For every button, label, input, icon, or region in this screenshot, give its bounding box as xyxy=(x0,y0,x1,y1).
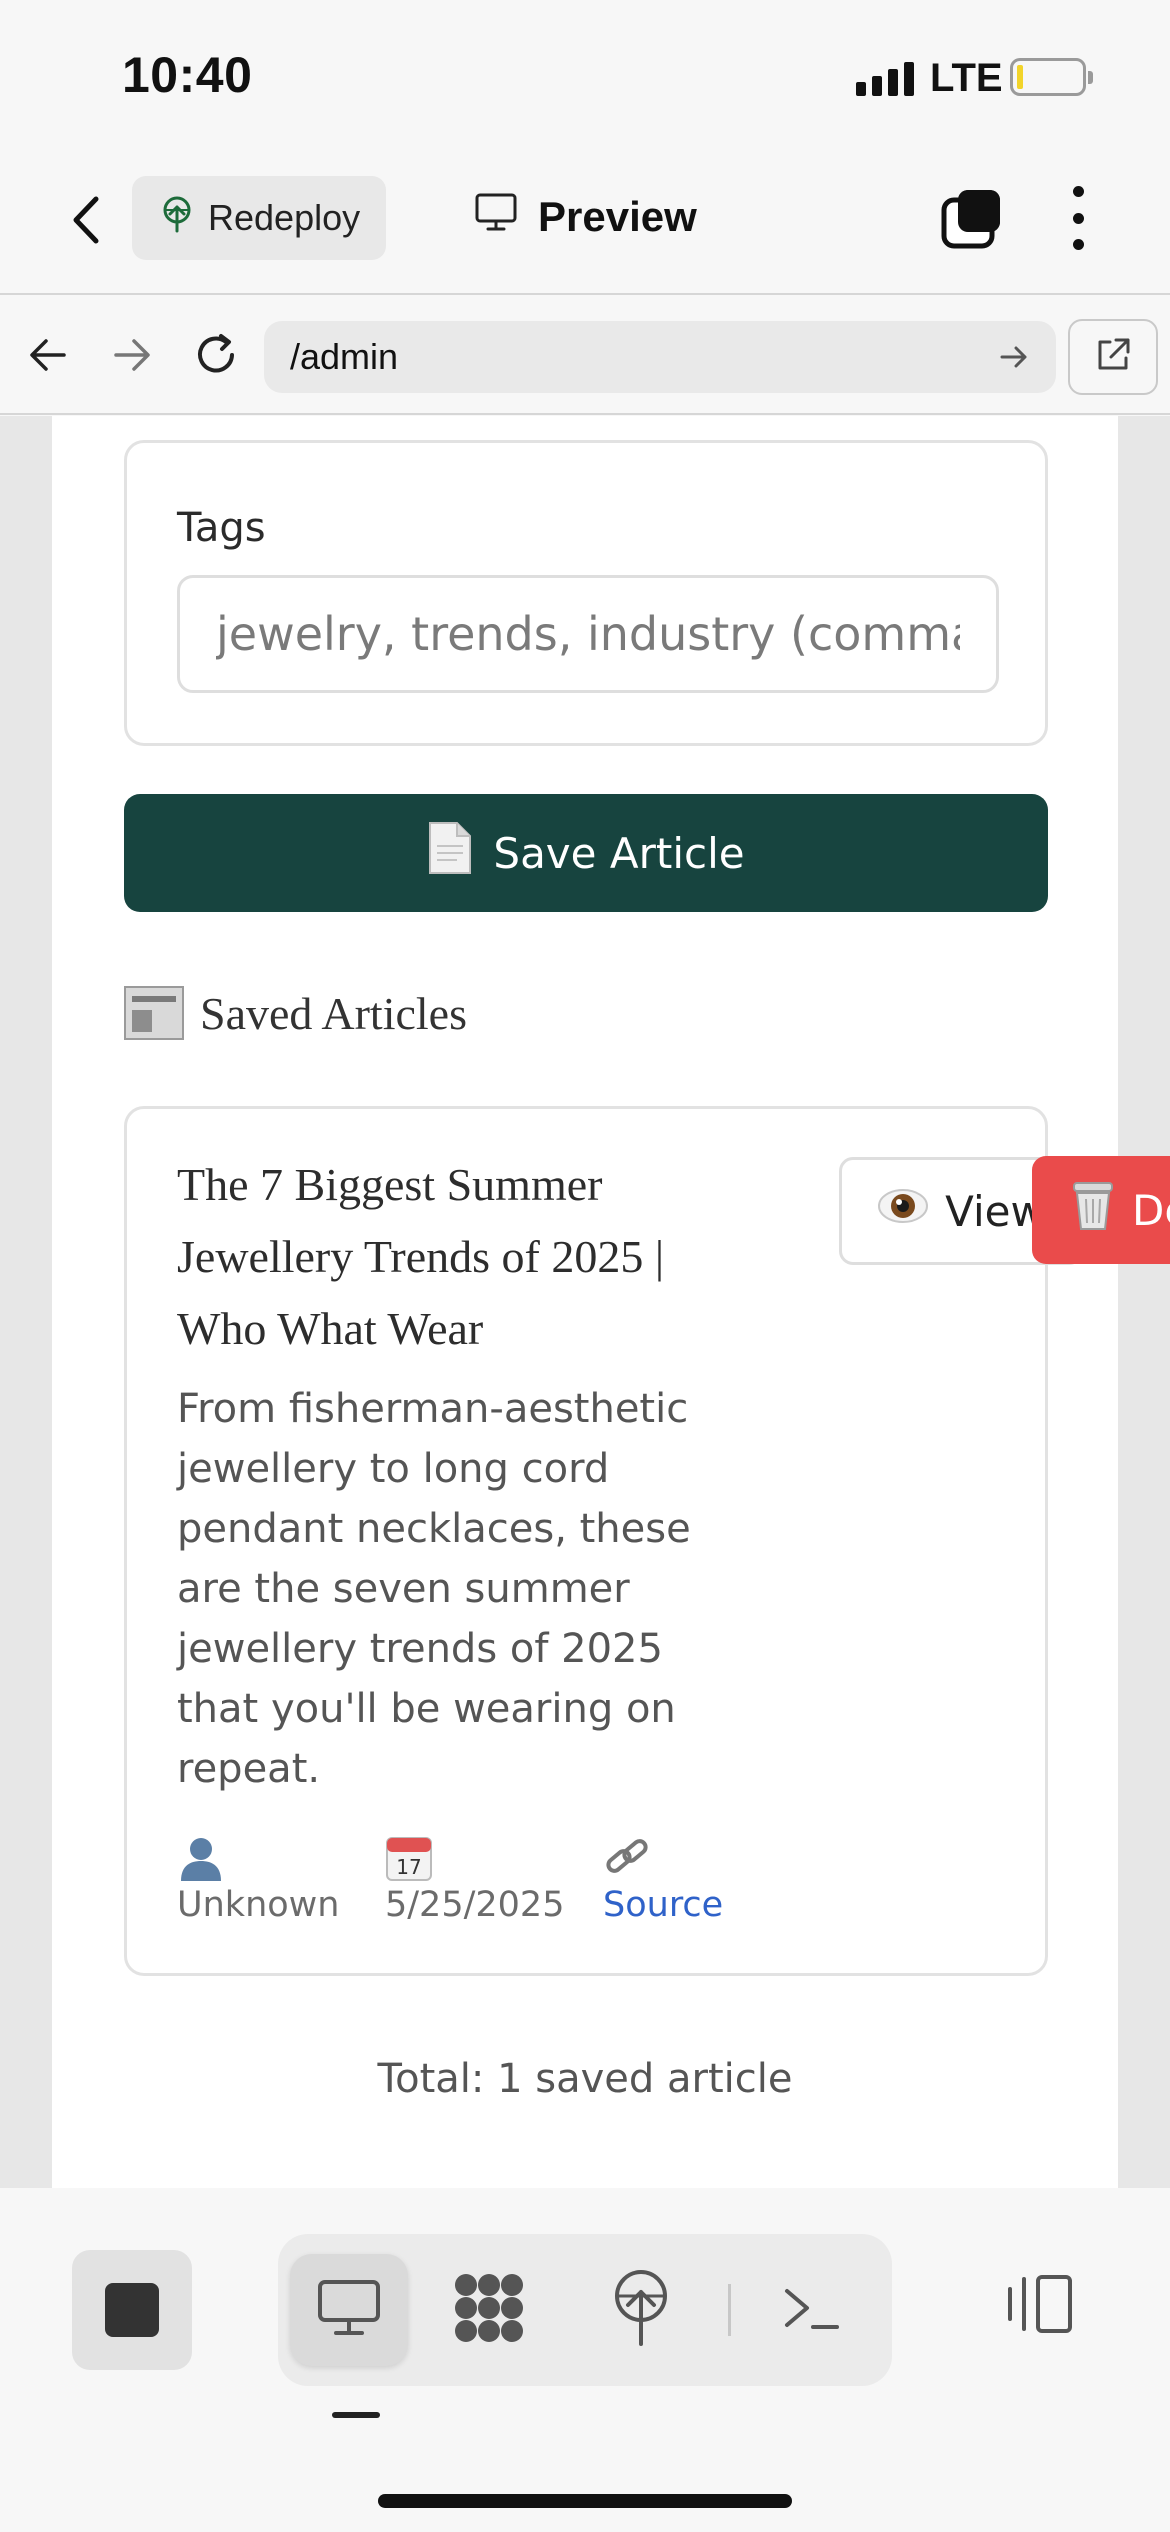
view-label: View xyxy=(945,1186,1045,1236)
save-article-label: Save Article xyxy=(493,828,745,878)
url-text: /admin xyxy=(290,336,399,377)
article-source[interactable]: Source xyxy=(603,1835,723,1925)
chevron-left-icon[interactable] xyxy=(60,190,110,250)
saved-articles-title: Saved Articles xyxy=(200,987,467,1039)
source-link[interactable]: Source xyxy=(603,1885,723,1925)
tags-card: Tags xyxy=(124,440,1048,746)
article-card: The 7 Biggest Summer Jewellery Trends of… xyxy=(124,1106,1083,1976)
article-title: The 7 Biggest Summer Jewellery Trends of… xyxy=(177,1159,665,1354)
status-bar: 10:40 LTE xyxy=(0,0,1170,150)
network-label: LTE xyxy=(930,56,1003,100)
desktop-tool-button[interactable] xyxy=(290,2254,408,2366)
article-description: From fisherman-aesthetic jewellery to lo… xyxy=(177,1386,691,1792)
deploy-tool-button[interactable] xyxy=(582,2254,700,2366)
redeploy-icon xyxy=(160,195,194,242)
terminal-tool-button[interactable] xyxy=(752,2254,870,2366)
status-time: 10:40 xyxy=(122,47,253,103)
article-date: 17 5/25/2025 xyxy=(385,1835,564,1925)
arrow-right-icon[interactable] xyxy=(102,325,162,385)
signal-icon xyxy=(856,60,914,96)
grid-blob-icon xyxy=(452,2271,526,2350)
total-count: Total: 1 saved article xyxy=(377,2056,793,2102)
home-indicator xyxy=(378,2494,792,2508)
url-bar[interactable]: /admin xyxy=(264,321,1056,393)
page-icon xyxy=(427,820,473,886)
reload-icon[interactable] xyxy=(186,325,246,385)
delete-button[interactable]: Delete xyxy=(1032,1156,1170,1264)
battery-icon xyxy=(1010,58,1093,96)
trash-icon xyxy=(1068,1177,1118,1243)
deploy-icon xyxy=(611,2269,671,2351)
monitor-icon xyxy=(474,192,518,242)
terminal-icon xyxy=(781,2283,841,2338)
grid-blob-tool-button[interactable] xyxy=(430,2254,548,2366)
article-author: Unknown xyxy=(177,1835,339,1925)
redeploy-button[interactable]: Redeploy xyxy=(132,176,386,260)
more-vertical-icon[interactable] xyxy=(1060,186,1096,250)
svg-text:17: 17 xyxy=(396,1855,421,1879)
bottom-toolbar xyxy=(0,2188,1170,2532)
admin-page: Tags Save Article Saved Articles The 7 B… xyxy=(52,416,1118,2188)
person-icon xyxy=(177,1835,225,1881)
redeploy-label: Redeploy xyxy=(208,197,361,238)
stop-icon xyxy=(105,2283,159,2337)
delete-label: Delete xyxy=(1132,1185,1170,1235)
desktop-icon xyxy=(316,2278,382,2343)
arrow-left-icon[interactable] xyxy=(18,325,78,385)
app-header: Redeploy Preview xyxy=(0,150,1170,295)
author-name: Unknown xyxy=(177,1885,340,1925)
preview-label: Preview xyxy=(538,193,697,240)
save-article-button[interactable]: Save Article xyxy=(124,794,1048,912)
panel-toggle-button[interactable] xyxy=(998,2266,1078,2346)
external-link-button[interactable] xyxy=(1068,319,1158,395)
newspaper-icon xyxy=(124,986,184,1040)
toolbar-divider xyxy=(728,2284,731,2336)
tool-group xyxy=(278,2234,892,2386)
tabs-icon[interactable] xyxy=(940,186,1004,250)
stop-button[interactable] xyxy=(72,2250,192,2370)
browser-bar: /admin xyxy=(0,297,1170,415)
active-tool-indicator xyxy=(332,2412,380,2418)
date-value: 5/25/2025 xyxy=(385,1885,565,1925)
tags-label: Tags xyxy=(177,505,266,551)
calendar-icon: 17 xyxy=(385,1835,433,1881)
arrow-go-icon[interactable] xyxy=(994,337,1034,377)
page-viewport: Tags Save Article Saved Articles The 7 B… xyxy=(0,416,1170,2188)
panel-toggle-icon xyxy=(1002,2273,1074,2340)
link-icon xyxy=(603,1835,651,1881)
preview-button[interactable]: Preview xyxy=(474,192,697,242)
eye-icon xyxy=(877,1186,929,1236)
tags-input[interactable] xyxy=(177,575,999,693)
saved-articles-heading: Saved Articles xyxy=(124,986,467,1040)
external-link-icon xyxy=(1094,336,1132,379)
